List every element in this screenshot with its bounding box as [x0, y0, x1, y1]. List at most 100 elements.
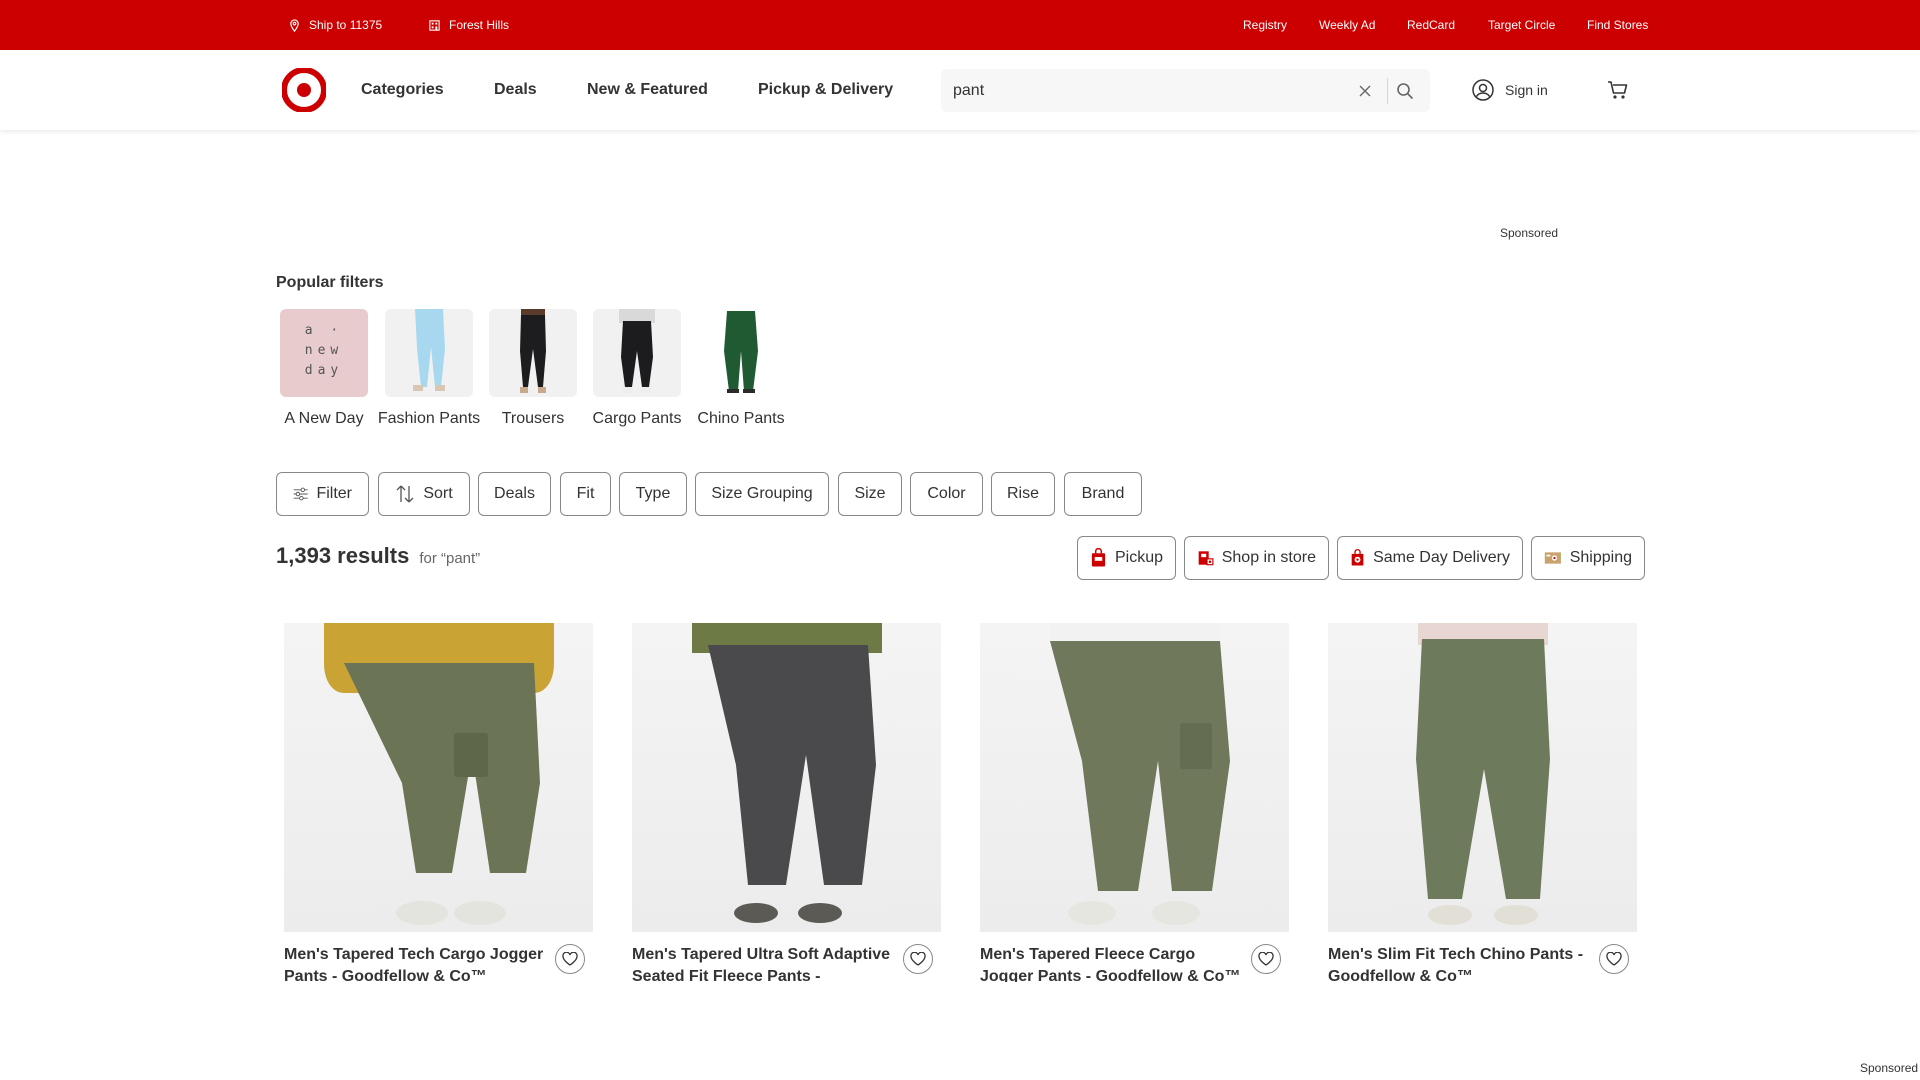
deals-filter-chip[interactable]: Deals — [478, 472, 551, 516]
target-logo-icon[interactable] — [282, 68, 326, 112]
weekly-ad-link[interactable]: Weekly Ad — [1319, 18, 1375, 32]
search-input[interactable] — [953, 69, 1333, 112]
nav-pickup-delivery[interactable]: Pickup & Delivery — [758, 81, 893, 99]
nav-new-featured[interactable]: New & Featured — [587, 81, 708, 99]
shop-in-store-label: Shop in store — [1221, 549, 1316, 566]
pickup-label: Pickup — [1114, 549, 1163, 566]
favorite-button[interactable] — [903, 944, 933, 974]
top-utility-bar: Ship to 11375 Forest Hills Registry Week… — [0, 0, 1920, 50]
results-summary: 1,393 results for “pant” — [276, 543, 480, 569]
brand-logo-text: a · new day — [304, 323, 344, 378]
filter-label: Filter — [316, 485, 352, 502]
popular-filters-title: Popular filters — [276, 274, 384, 291]
same-day-delivery-label: Same Day Delivery — [1373, 549, 1510, 566]
ship-to-label: Ship to 11375 — [309, 18, 383, 32]
product-card[interactable]: Men's Slim Fit Tech Chino Pants - Goodfe… — [1328, 623, 1637, 982]
search-button[interactable] — [1393, 79, 1417, 103]
cargo-pants-image — [593, 309, 681, 397]
search-icon — [1397, 83, 1414, 100]
product-title[interactable]: Men's Tapered Ultra Soft Adaptive Seated… — [632, 944, 894, 982]
find-stores-link[interactable]: Find Stores — [1587, 18, 1648, 32]
heart-icon — [1258, 952, 1274, 966]
nav-deals[interactable]: Deals — [494, 81, 537, 99]
rise-filter-chip[interactable]: Rise — [991, 472, 1055, 516]
shipping-box-icon — [1544, 552, 1561, 564]
heart-icon — [1606, 952, 1622, 966]
product-title[interactable]: Men's Tapered Fleece Cargo Jogger Pants … — [980, 944, 1242, 982]
pants-illustration — [619, 309, 655, 393]
product-photo — [692, 623, 882, 923]
pants-illustration — [413, 309, 445, 391]
product-photo — [1416, 623, 1550, 925]
product-image[interactable] — [980, 623, 1289, 932]
sign-in-button[interactable]: Sign in — [1471, 78, 1548, 102]
sort-icon — [396, 485, 414, 503]
popular-filter-label: Fashion Pants — [377, 410, 481, 427]
brand-filter-chip[interactable]: Brand — [1064, 472, 1142, 516]
product-title[interactable]: Men's Slim Fit Tech Chino Pants - Goodfe… — [1328, 944, 1590, 982]
pants-illustration — [520, 309, 546, 393]
sort-button[interactable]: Sort — [378, 472, 470, 516]
product-image[interactable] — [1328, 623, 1637, 932]
product-card[interactable]: Men's Tapered Ultra Soft Adaptive Seated… — [632, 623, 941, 982]
color-filter-chip[interactable]: Color — [910, 472, 983, 516]
product-image[interactable] — [284, 623, 593, 932]
product-card[interactable]: Men's Tapered Fleece Cargo Jogger Pants … — [980, 623, 1289, 982]
ship-to-link[interactable]: Ship to 11375 — [288, 18, 382, 32]
store-link[interactable]: Forest Hills — [428, 18, 509, 32]
product-card[interactable]: Men's Tapered Tech Cargo Jogger Pants - … — [284, 623, 593, 982]
close-icon — [1359, 85, 1371, 97]
heart-icon — [562, 952, 578, 966]
main-header: Categories Deals New & Featured Pickup &… — [0, 50, 1920, 130]
product-image[interactable] — [632, 623, 941, 932]
fashion-pants-image — [385, 309, 473, 397]
results-query: for “pant” — [419, 550, 481, 567]
popular-filter-fashion-pants[interactable]: Fashion Pants — [377, 309, 481, 430]
popular-filter-trousers[interactable]: Trousers — [481, 309, 585, 430]
popular-filter-chino-pants[interactable]: Chino Pants — [689, 309, 793, 430]
shop-in-store-chip[interactable]: Shop in store — [1184, 536, 1329, 580]
trousers-image — [489, 309, 577, 397]
sign-in-label: Sign in — [1505, 82, 1548, 98]
chino-pants-image — [697, 309, 785, 397]
search-bar — [941, 69, 1430, 112]
popular-filter-label: A New Day — [284, 410, 364, 427]
pickup-chip[interactable]: Pickup — [1077, 536, 1176, 580]
popular-filter-label: Cargo Pants — [592, 410, 682, 427]
fit-filter-chip[interactable]: Fit — [560, 472, 611, 516]
registry-link[interactable]: Registry — [1243, 18, 1287, 32]
store-front-icon — [1198, 551, 1214, 566]
favorite-button[interactable] — [1599, 944, 1629, 974]
product-photo — [324, 623, 554, 925]
favorite-button[interactable] — [555, 944, 585, 974]
filter-button[interactable]: Filter — [276, 472, 369, 516]
clear-search-button[interactable] — [1355, 81, 1375, 101]
store-icon — [429, 19, 440, 31]
search-divider — [1387, 78, 1388, 104]
sliders-icon — [293, 487, 308, 501]
sponsored-label-bottom: Sponsored — [1860, 1061, 1919, 1075]
account-icon — [1472, 79, 1494, 101]
popular-filter-label: Chino Pants — [697, 410, 785, 427]
cart-button[interactable] — [1606, 78, 1630, 107]
nav-categories[interactable]: Categories — [361, 81, 444, 99]
size-filter-chip[interactable]: Size — [838, 472, 902, 516]
pants-illustration — [724, 311, 758, 393]
location-pin-icon — [290, 18, 299, 32]
pickup-bag-icon — [1091, 548, 1106, 567]
type-filter-chip[interactable]: Type — [619, 472, 687, 516]
shipping-chip[interactable]: Shipping — [1531, 536, 1645, 580]
popular-filter-a-new-day[interactable]: a · new day A New Day — [272, 309, 376, 430]
store-label: Forest Hills — [449, 18, 510, 32]
product-photo — [1050, 623, 1230, 925]
redcard-link[interactable]: RedCard — [1407, 18, 1455, 32]
popular-filter-cargo-pants[interactable]: Cargo Pants — [585, 309, 689, 430]
size-grouping-filter-chip[interactable]: Size Grouping — [695, 472, 829, 516]
target-circle-link[interactable]: Target Circle — [1488, 18, 1555, 32]
sort-label: Sort — [423, 485, 453, 502]
same-day-delivery-chip[interactable]: Same Day Delivery — [1337, 536, 1523, 580]
results-count: 1,393 results — [276, 543, 410, 568]
a-new-day-logo: a · new day — [280, 309, 368, 397]
favorite-button[interactable] — [1251, 944, 1281, 974]
product-title[interactable]: Men's Tapered Tech Cargo Jogger Pants - … — [284, 944, 546, 982]
